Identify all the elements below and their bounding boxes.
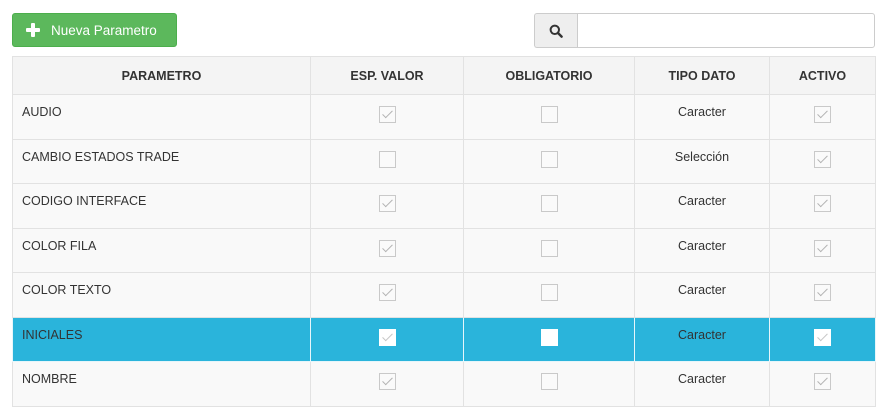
esp-valor-checkbox[interactable] [378, 106, 396, 123]
cell-obligatorio [463, 183, 635, 229]
esp-valor-checkbox[interactable] [378, 239, 396, 257]
cell-tipo-dato: Selección [634, 138, 770, 184]
new-parameter-button-label: Nueva Parametro [51, 22, 157, 38]
cell-parametro: INICIALES [12, 316, 311, 362]
cell-esp-valor [310, 138, 464, 184]
obligatorio-checkbox[interactable] [540, 239, 558, 257]
cell-parametro: AUDIO [12, 94, 311, 140]
cell-activo [769, 183, 876, 229]
table-row[interactable]: NOMBRE Caracter [12, 361, 876, 407]
activo-checkbox[interactable] [814, 239, 831, 257]
cell-esp-valor [310, 183, 464, 229]
new-parameter-button[interactable]: Nueva Parametro [12, 13, 177, 47]
activo-checkbox[interactable] [814, 328, 831, 346]
obligatorio-checkbox[interactable] [540, 373, 558, 390]
cell-tipo-dato: Caracter [634, 316, 770, 362]
column-header-obligatorio[interactable]: OBLIGATORIO [463, 56, 635, 95]
esp-valor-checkbox[interactable] [378, 328, 396, 346]
cell-activo [769, 138, 876, 184]
cell-obligatorio [463, 227, 635, 273]
plus-icon [26, 23, 40, 37]
cell-activo [769, 227, 876, 273]
cell-tipo-dato: Caracter [634, 361, 770, 407]
cell-esp-valor [310, 316, 464, 362]
search-icon [549, 24, 563, 38]
cell-tipo-dato: Caracter [634, 94, 770, 140]
cell-tipo-dato: Caracter [634, 227, 770, 273]
cell-activo [769, 94, 876, 140]
table-row[interactable]: AUDIO Caracter [12, 94, 876, 140]
table-row[interactable]: COLOR TEXTO Caracter [12, 272, 876, 318]
activo-checkbox[interactable] [814, 284, 831, 301]
cell-obligatorio [463, 272, 635, 318]
table-row[interactable]: INICIALES Caracter [12, 316, 876, 362]
cell-esp-valor [310, 94, 464, 140]
table-body: AUDIO Caracter CAMBIO ESTADOS TRADE Selecci… [12, 94, 876, 407]
obligatorio-checkbox[interactable] [540, 106, 558, 123]
cell-parametro: COLOR FILA [12, 227, 311, 273]
table-row[interactable]: CAMBIO ESTADOS TRADE Selección [12, 138, 876, 184]
search-input[interactable] [577, 13, 875, 48]
activo-checkbox[interactable] [814, 150, 831, 168]
esp-valor-checkbox[interactable] [378, 284, 396, 301]
cell-activo [769, 316, 876, 362]
esp-valor-checkbox[interactable] [378, 195, 396, 212]
column-header-activo[interactable]: ACTIVO [769, 56, 876, 95]
obligatorio-checkbox[interactable] [540, 195, 558, 212]
header-row: PARAMETRO ESP. VALOR OBLIGATORIO TIPO DA… [12, 56, 876, 95]
activo-checkbox[interactable] [814, 106, 831, 123]
cell-activo [769, 361, 876, 407]
esp-valor-checkbox[interactable] [378, 373, 396, 390]
cell-obligatorio [463, 138, 635, 184]
cell-tipo-dato: Caracter [634, 272, 770, 318]
page: Nueva Parametro PARAMETRO ESP. VALOR OBL… [0, 0, 886, 415]
cell-obligatorio [463, 361, 635, 407]
obligatorio-checkbox[interactable] [540, 328, 558, 346]
cell-obligatorio [463, 94, 635, 140]
table-row[interactable]: CODIGO INTERFACE Caracter [12, 183, 876, 229]
cell-esp-valor [310, 227, 464, 273]
table-row[interactable]: COLOR FILA Caracter [12, 227, 876, 273]
cell-obligatorio [463, 316, 635, 362]
obligatorio-checkbox[interactable] [540, 150, 558, 168]
column-header-tipo-dato[interactable]: TIPO DATO [634, 56, 770, 95]
cell-esp-valor [310, 272, 464, 318]
cell-esp-valor [310, 361, 464, 407]
cell-parametro: CODIGO INTERFACE [12, 183, 311, 229]
cell-parametro: COLOR TEXTO [12, 272, 311, 318]
cell-parametro: CAMBIO ESTADOS TRADE [12, 138, 311, 184]
cell-activo [769, 272, 876, 318]
obligatorio-checkbox[interactable] [540, 284, 558, 301]
cell-parametro: NOMBRE [12, 361, 311, 407]
parameters-table: PARAMETRO ESP. VALOR OBLIGATORIO TIPO DA… [12, 56, 876, 407]
table-header: PARAMETRO ESP. VALOR OBLIGATORIO TIPO DA… [12, 56, 876, 95]
search-group [534, 13, 875, 48]
cell-tipo-dato: Caracter [634, 183, 770, 229]
column-header-parametro[interactable]: PARAMETRO [12, 56, 311, 95]
search-button[interactable] [534, 13, 577, 48]
esp-valor-checkbox[interactable] [378, 150, 396, 168]
activo-checkbox[interactable] [814, 195, 831, 212]
column-header-esp-valor[interactable]: ESP. VALOR [310, 56, 464, 95]
activo-checkbox[interactable] [814, 373, 831, 390]
